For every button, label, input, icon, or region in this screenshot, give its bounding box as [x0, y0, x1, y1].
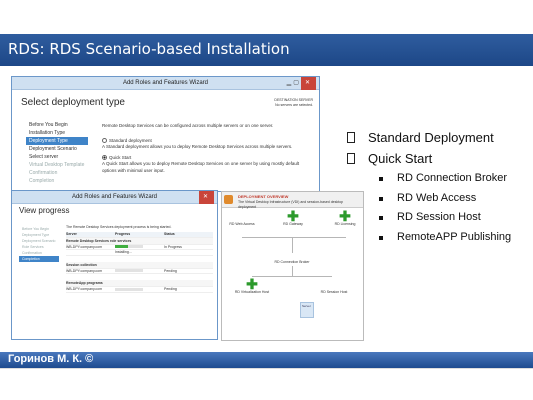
wizard-steps: Before You Begin Installation Type Deplo…: [26, 121, 88, 185]
table-section: Remote Desktop Services role services: [66, 237, 213, 245]
wizard-step[interactable]: Select server: [26, 153, 88, 161]
wizard-step: Confirmation: [29, 170, 58, 176]
progress-bar: [115, 269, 143, 273]
standard-deployment-desc: A Standard deployment allows you to depl…: [102, 144, 293, 149]
wizard-title: Add Roles and Features Wizard: [122, 80, 209, 86]
bullet-sub: RemoteAPP Publishing: [347, 228, 527, 248]
node-rd-session-host[interactable]: RD Session Host: [314, 278, 354, 294]
quick-start-desc: A Quick Start allows you to deploy Remot…: [102, 161, 300, 173]
progress-title: Add Roles and Features Wizard: [71, 194, 158, 200]
deployment-overview-panel: DEPLOYMENT OVERVIEW The Virtual Desktop …: [221, 191, 364, 341]
bullet-sub: RD Web Access: [347, 189, 527, 209]
square-bullet-icon: [379, 177, 383, 181]
square-bullet-icon: [379, 196, 383, 201]
deployment-icon: [224, 195, 233, 204]
slide-header: RDS: RDS Scenario-based Installation: [0, 34, 533, 66]
destination-server: DESTINATION SERVER No servers are select…: [274, 98, 313, 107]
connector-line: [292, 266, 293, 276]
connector-line: [252, 276, 332, 277]
progress-title-bar[interactable]: Add Roles and Features Wizard ✕: [12, 191, 217, 204]
bullet-main: Quick Start: [347, 148, 527, 169]
server-tooltip: Server: [300, 302, 314, 318]
overview-section-title: DEPLOYMENT OVERVIEW: [238, 194, 289, 199]
checkbox-bullet-icon: [347, 153, 355, 164]
wizard-step: Completion: [29, 178, 55, 184]
progress-heading: View progress: [19, 206, 70, 215]
wizard-heading: Select deployment type: [21, 97, 125, 108]
deployment-options: Remote Desktop Services can be configure…: [102, 123, 312, 174]
maximize-icon[interactable]: ▢: [293, 80, 301, 86]
footer-divider: [0, 368, 533, 369]
footer-author: Горинов М. К. ©: [8, 353, 94, 365]
square-bullet-icon: [379, 235, 383, 240]
wizard-step[interactable]: Before You Begin: [26, 121, 88, 129]
progress-wizard[interactable]: Add Roles and Features Wizard ✕ View pro…: [11, 190, 218, 340]
wizard-step: Virtual Desktop Template: [29, 162, 85, 168]
bullet-sub: RD Connection Broker: [347, 169, 527, 189]
square-bullet-icon: [379, 216, 383, 220]
bullet-sub: RD Session Host: [347, 208, 527, 228]
node-rd-virtualization-host[interactable]: ✚ RD Virtualization Host: [232, 277, 272, 294]
node-rd-web-access[interactable]: RD Web Access: [227, 210, 257, 226]
plus-icon[interactable]: ✚: [278, 209, 308, 223]
close-icon[interactable]: ✕: [300, 77, 316, 90]
wizard-step[interactable]: Installation Type: [26, 129, 88, 137]
table-section: RemoteApp programs: [66, 280, 213, 287]
plus-icon[interactable]: ✚: [232, 277, 272, 291]
progress-steps: Before You Begin Deployment Type Deploym…: [19, 226, 59, 262]
checkbox-bullet-icon: [347, 132, 355, 143]
progress-table: The Remote Desktop Services deployment p…: [66, 225, 213, 293]
slide-footer: Горинов М. К. ©: [0, 352, 533, 368]
table-section: Session collection: [66, 261, 213, 269]
node-rd-gateway[interactable]: ✚ RD Gateway: [278, 209, 308, 226]
wizard-step-active[interactable]: Completion: [19, 256, 59, 262]
node-rd-connection-broker[interactable]: RD Connection Broker: [272, 248, 312, 264]
close-icon[interactable]: ✕: [198, 191, 214, 204]
wizard-step[interactable]: Deployment Scenario: [26, 145, 88, 153]
deployment-type-wizard[interactable]: Add Roles and Features Wizard ▁▢ ✕ Select…: [11, 76, 320, 192]
radio-icon[interactable]: [102, 137, 107, 143]
radio-selected-icon[interactable]: [102, 154, 107, 160]
overview-header: DEPLOYMENT OVERVIEW The Virtual Desktop …: [222, 192, 363, 209]
progress-bar: [115, 287, 143, 291]
progress-caption: The Remote Desktop Services deployment p…: [66, 225, 172, 229]
table-row: WB-DPY.company.com Pending: [66, 287, 213, 293]
slide-title: RDS: RDS Scenario-based Installation: [8, 40, 290, 58]
bullet-main: Standard Deployment: [347, 127, 527, 148]
progress-bar: [115, 245, 143, 249]
window-controls[interactable]: ▁▢ ✕: [287, 77, 316, 90]
wizard-title-bar[interactable]: Add Roles and Features Wizard ▁▢ ✕: [12, 77, 319, 90]
wizard-step-active[interactable]: Deployment Type: [26, 137, 88, 145]
connector-line: [242, 237, 346, 238]
window-controls[interactable]: ✕: [198, 191, 214, 204]
bullet-list: Standard Deployment Quick Start RD Conne…: [347, 127, 527, 247]
